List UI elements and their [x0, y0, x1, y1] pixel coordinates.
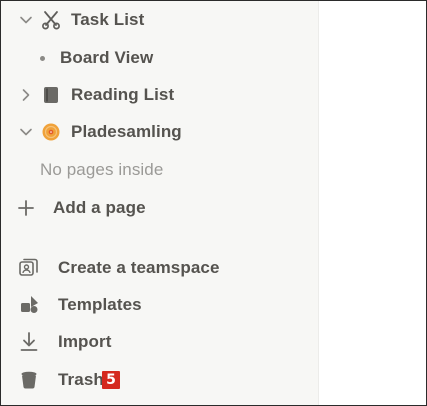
teamspace-icon [18, 257, 40, 279]
empty-state-text: No pages inside [1, 155, 318, 185]
sidebar-item-reading-list[interactable]: Reading List [1, 80, 318, 110]
trash-icon [18, 369, 40, 391]
no-pages-label: No pages inside [40, 160, 164, 179]
templates-icon [18, 294, 40, 316]
count-badge: 5 [102, 371, 120, 389]
create-teamspace-label: Create a teamspace [58, 258, 220, 277]
add-page-button[interactable]: Add a page [1, 193, 318, 223]
sidebar-item-label: Pladesamling [71, 122, 182, 141]
vinyl-record-icon [40, 121, 62, 143]
chevron-down-icon[interactable] [19, 125, 33, 139]
templates-label: Templates [58, 295, 142, 314]
sidebar-item-label: Board View [60, 48, 154, 67]
import-label: Import [58, 332, 112, 351]
create-teamspace-button[interactable]: Create a teamspace [1, 253, 318, 283]
plus-icon [16, 198, 36, 218]
app-frame: Task List Board View Reading List Plades… [0, 0, 427, 406]
chevron-down-icon[interactable] [19, 13, 33, 27]
trash-label: Trash [58, 370, 104, 389]
templates-button[interactable]: Templates [1, 290, 318, 320]
sidebar-item-pladesamling[interactable]: Pladesamling [1, 117, 318, 147]
sidebar-item-label: Task List [71, 10, 145, 29]
sidebar-item-board-view[interactable]: Board View [1, 43, 318, 73]
trash-button[interactable]: Trash 5 [1, 365, 318, 395]
import-icon [18, 331, 40, 353]
bullet-icon [40, 56, 45, 61]
chevron-right-icon[interactable] [19, 88, 33, 102]
sidebar-item-label: Reading List [71, 85, 175, 104]
import-button[interactable]: Import [1, 327, 318, 357]
sidebar: Task List Board View Reading List Plades… [1, 1, 319, 405]
book-icon [40, 84, 62, 106]
add-page-label: Add a page [53, 198, 146, 217]
sidebar-item-task-list[interactable]: Task List [1, 5, 318, 35]
scissors-icon [40, 9, 62, 31]
